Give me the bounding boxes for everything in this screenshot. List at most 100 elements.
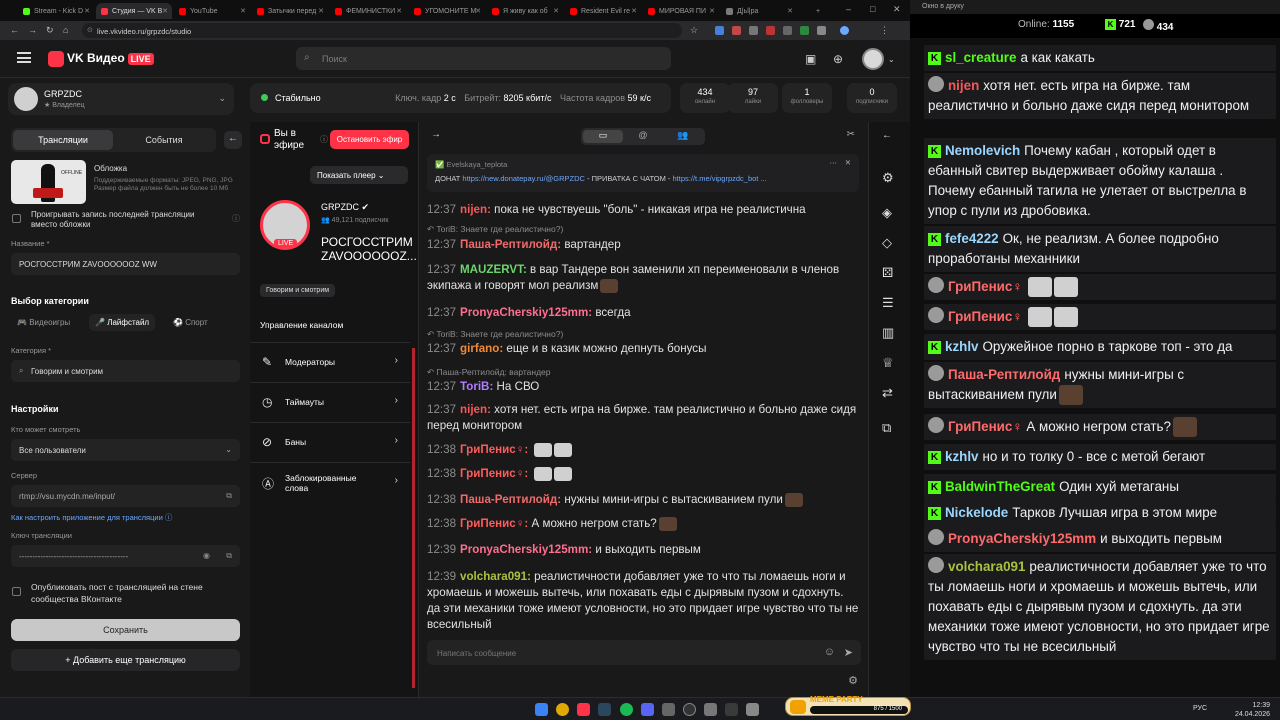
more-icon[interactable]: ⋯ <box>830 158 838 167</box>
message-author[interactable]: girfano <box>460 342 499 355</box>
tab-chat-icon[interactable]: ▭ <box>583 130 623 143</box>
taskbar-app-icon[interactable] <box>662 703 675 716</box>
close-tab-icon[interactable]: ✕ <box>787 7 793 15</box>
send-icon[interactable]: ➤ <box>844 646 853 659</box>
settings-icon[interactable]: ⚙ <box>882 170 894 186</box>
message-author[interactable]: volchara091 <box>460 570 527 583</box>
message-author[interactable]: nijen <box>460 403 487 416</box>
info-icon[interactable]: ⓘ <box>320 134 328 145</box>
message-author[interactable]: Паша-Рептилойд <box>460 493 557 506</box>
trophy-icon[interactable]: ♕ <box>882 355 894 371</box>
howto-link[interactable]: Как настроить приложение для трансляции … <box>11 512 172 523</box>
windows-start-icon[interactable] <box>535 703 548 716</box>
copy-icon[interactable]: ⧉ <box>226 551 232 561</box>
close-tab-icon[interactable]: ✕ <box>709 7 715 15</box>
discord-icon[interactable] <box>641 703 654 716</box>
bans-item[interactable]: ⊘ Баны › <box>250 422 410 462</box>
message-author[interactable]: MAUZERVT <box>460 263 523 276</box>
browser-tab[interactable]: Stream - Kick D ✕ <box>18 3 94 19</box>
chat-message[interactable]: 12:38 Паша-Рептилойд: нужны мини-игры с в… <box>427 492 859 508</box>
category-input[interactable]: ⌕ Говорим и смотрим <box>11 360 240 382</box>
menu-kebab-icon[interactable]: ⋮ <box>880 25 889 36</box>
create-icon[interactable]: ⊕ <box>833 52 843 66</box>
chat-message[interactable]: 12:39 volchara091: реалистичности добавля… <box>427 569 859 633</box>
chevron-down-icon[interactable]: ⌄ <box>888 55 895 64</box>
category-chip[interactable]: Говорим и смотрим <box>260 284 336 297</box>
chat-message[interactable]: 12:37 PronyaCherskiy125mm: всегда <box>427 305 859 321</box>
collapse-arrow-icon[interactable]: ← <box>224 131 242 149</box>
close-tab-icon[interactable]: ✕ <box>396 7 402 15</box>
extension-icon[interactable] <box>783 26 792 35</box>
publish-checkbox[interactable] <box>12 587 21 596</box>
show-player-button[interactable]: Показать плеер ⌄ <box>310 166 408 184</box>
tab-users-icon[interactable]: 👥 <box>663 130 703 143</box>
close-tab-icon[interactable]: ✕ <box>162 7 168 15</box>
extension-icon[interactable] <box>766 26 775 35</box>
expand-arrow-icon[interactable]: → <box>431 129 441 140</box>
message-author[interactable]: Паша-Рептилойд <box>460 238 557 251</box>
pin-icon[interactable]: ✂ <box>847 129 855 140</box>
visibility-select[interactable]: Все пользователи ⌄ <box>11 439 240 461</box>
browser-tab[interactable]: ФЕМИНИСТКИ ✕ <box>330 3 406 19</box>
extension-icon[interactable] <box>817 26 826 35</box>
chat-message[interactable]: 12:38 ГриПенис♀: А можно негром стать? <box>427 516 859 532</box>
message-author[interactable]: ГриПенис♀ <box>460 443 524 456</box>
message-author[interactable]: ГриПенис♀ <box>460 467 524 480</box>
eye-icon[interactable]: ◉ <box>203 551 210 560</box>
close-tab-icon[interactable]: ✕ <box>318 7 324 15</box>
extension-icon[interactable] <box>800 26 809 35</box>
reply-reference[interactable]: ↶ Паша-Рептилойд: вартандер <box>427 367 551 378</box>
taskbar-app-icon[interactable] <box>746 703 759 716</box>
browser-tab[interactable]: МИРОВАЯ ПИ ✕ <box>643 3 719 19</box>
blocked-words-item[interactable]: Ⓐ Заблокированные слова › <box>250 462 410 502</box>
tab-events[interactable]: События <box>114 130 214 150</box>
chat-message[interactable]: 12:39 PronyaCherskiy125mm: и выходить пер… <box>427 542 859 558</box>
maximize-icon[interactable]: □ <box>870 4 875 14</box>
chat-message[interactable]: 12:37 ToriB: На СВО <box>427 379 859 395</box>
url-field[interactable]: ⊙ live.vkvideo.ru/grpzdc/studio <box>82 23 682 38</box>
gem-icon[interactable]: ◈ <box>882 205 892 221</box>
steam-icon[interactable] <box>598 703 611 716</box>
taskbar-app-icon[interactable] <box>577 703 590 716</box>
server-field[interactable]: rtmp://vsu.mycdn.me/input/ ⧉ <box>11 485 240 507</box>
account-switcher[interactable]: GRPZDC ★ Владелец ⌄ <box>8 83 234 115</box>
extension-icon[interactable] <box>749 26 758 35</box>
list-icon[interactable]: ☰ <box>882 295 894 311</box>
chat-message[interactable]: 12:37 nijen: хотя нет. есть игра на бирже… <box>427 402 859 434</box>
emoji-icon[interactable]: ☺ <box>824 646 835 658</box>
back-icon[interactable]: ← <box>10 25 19 35</box>
browser-tab[interactable]: Resident Evil re ✕ <box>565 3 641 19</box>
reload-icon[interactable]: ↻ <box>46 25 54 36</box>
taskbar-app-icon[interactable] <box>725 703 738 716</box>
close-tab-icon[interactable]: ✕ <box>84 7 90 15</box>
cat-sport[interactable]: ⚽ Спорт <box>167 314 214 331</box>
pinned-link-b[interactable]: https://t.me/vipgrpzdc_bot ... <box>673 174 767 183</box>
home-icon[interactable]: ⌂ <box>63 25 68 35</box>
channel-name[interactable]: GRPZDC ✔ <box>321 202 369 213</box>
profile-icon[interactable] <box>840 26 849 35</box>
tab-mentions-icon[interactable]: @ <box>623 130 663 143</box>
chat-settings-icon[interactable]: ⚙ <box>848 674 858 687</box>
back-arrow-icon[interactable]: ← <box>882 130 892 141</box>
close-tab-icon[interactable]: ✕ <box>240 7 246 15</box>
close-tab-icon[interactable]: ✕ <box>631 7 637 15</box>
close-tab-icon[interactable]: ✕ <box>553 7 559 15</box>
chat-message[interactable]: 12:37 Паша-Рептилойд: вартандер <box>427 237 859 253</box>
browser-tab[interactable]: Затычки перед ✕ <box>252 3 328 19</box>
site-info-icon[interactable]: ⊙ <box>87 26 93 34</box>
bookmark-star-icon[interactable]: ☆ <box>690 25 698 36</box>
timeouts-item[interactable]: ◷ Таймауты › <box>250 382 410 422</box>
close-window-icon[interactable]: ✕ <box>893 4 901 15</box>
browser-tab[interactable]: Студия — VK В ✕ <box>96 3 172 19</box>
reply-reference[interactable]: ↶ ToriB: Знаете где реалистично?) <box>427 329 563 340</box>
chat-message[interactable]: 12:37 nijen: пока не чувствуешь "боль" - … <box>427 202 859 218</box>
moderators-item[interactable]: ✎ Модераторы › <box>250 342 410 382</box>
vk-video-logo[interactable]: VK Видео LIVE <box>48 51 154 67</box>
chat-input[interactable]: Написать сообщение ☺ ➤ <box>427 640 861 665</box>
message-author[interactable]: PronyaCherskiy125mm <box>460 306 588 319</box>
user-avatar[interactable] <box>862 48 884 70</box>
info-icon[interactable]: ⓘ <box>232 213 240 224</box>
stream-key-field[interactable]: ----------------------------------------… <box>11 545 240 567</box>
reply-reference[interactable]: ↶ ToriB: Знаете где реалистично?) <box>427 224 563 235</box>
stop-stream-button[interactable]: Остановить эфир <box>330 130 409 149</box>
